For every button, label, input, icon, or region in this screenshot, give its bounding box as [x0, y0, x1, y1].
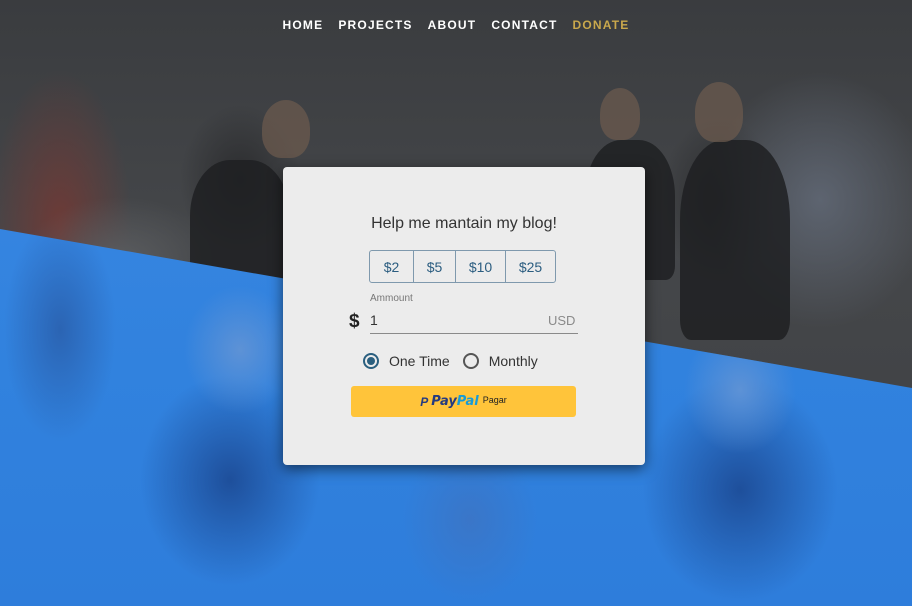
amount-field-label: Ammount [370, 293, 413, 304]
top-navigation: HOME PROJECTS ABOUT CONTACT DONATE [0, 18, 912, 32]
amount-option-2-button[interactable]: $2 [370, 251, 413, 282]
paypal-wordmark: PayPal [431, 394, 479, 409]
monthly-label: Monthly [488, 353, 538, 369]
nav-home-link[interactable]: HOME [283, 18, 324, 32]
paypal-logo-icon: P [420, 394, 429, 409]
one-time-radio[interactable] [363, 353, 379, 369]
frequency-radio-group: One Time Monthly [363, 353, 538, 369]
one-time-label: One Time [389, 353, 450, 369]
currency-suffix: USD [548, 313, 576, 328]
nav-about-link[interactable]: ABOUT [428, 18, 477, 32]
amount-options-group: $2 $5 $10 $25 [369, 250, 556, 283]
monthly-option[interactable]: Monthly [462, 353, 538, 369]
monthly-radio[interactable] [462, 353, 479, 369]
donation-card: Help me mantain my blog! $2 $5 $10 $25 A… [283, 167, 645, 465]
one-time-option[interactable]: One Time [363, 353, 450, 369]
paypal-button-label: Pagar [482, 394, 507, 405]
donation-title: Help me mantain my blog! [371, 215, 557, 232]
nav-donate-link[interactable]: DONATE [572, 18, 629, 32]
amount-option-10-button[interactable]: $10 [455, 251, 505, 282]
dollar-sign: $ [349, 311, 360, 332]
amount-option-25-button[interactable]: $25 [505, 251, 555, 282]
amount-input[interactable] [370, 307, 578, 334]
nav-contact-link[interactable]: CONTACT [491, 18, 557, 32]
amount-option-5-button[interactable]: $5 [413, 251, 455, 282]
paypal-pay-button[interactable]: P PayPal Pagar [351, 386, 576, 417]
nav-projects-link[interactable]: PROJECTS [338, 18, 412, 32]
